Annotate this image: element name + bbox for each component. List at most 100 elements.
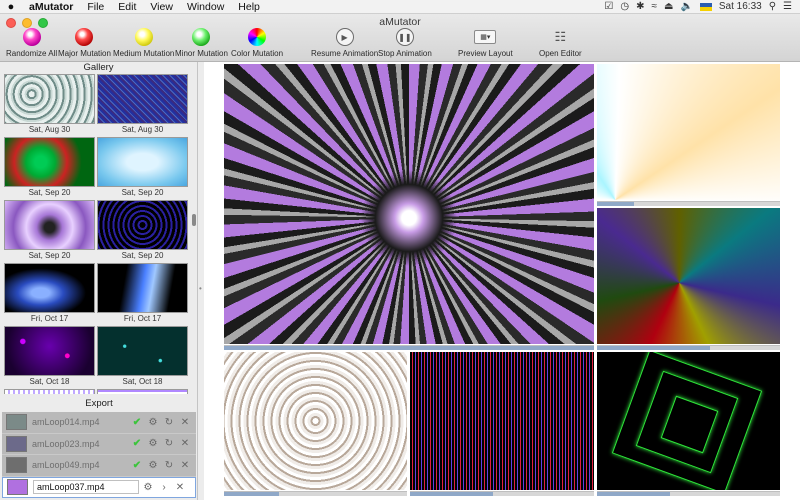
export-item[interactable]: amLoop023.mp4 ✔ ⚙ ↻ ✕ (2, 433, 196, 455)
export-item-editing[interactable]: amLoop037.mp4 ⚙ › ✕ (2, 476, 196, 498)
menubar-clock[interactable]: Sat 16:33 (719, 1, 762, 12)
close-icon[interactable]: ✕ (178, 417, 192, 428)
open-editor-button[interactable]: ☷ Open Editor (539, 28, 582, 58)
check-icon: ✔ (132, 416, 142, 428)
preview-top-right-progress[interactable] (597, 201, 780, 206)
sidebar-resize-handle[interactable]: • (199, 284, 203, 293)
medium-mutation-label: Medium Mutation (113, 49, 175, 58)
menu-file[interactable]: File (80, 1, 111, 13)
gear-icon[interactable]: ⚙ (146, 460, 160, 471)
gallery-item[interactable]: Sat, Aug 30 (4, 74, 95, 135)
preview-layout-button[interactable]: ▦▾ Preview Layout (458, 28, 513, 58)
export-filename: amLoop023.mp4 (32, 438, 100, 449)
gallery-item-label: Sat, Aug 30 (121, 125, 164, 134)
eject-icon[interactable]: ⏏ (664, 1, 673, 12)
preview-bottom-middle[interactable] (410, 352, 594, 490)
progress-fill (597, 202, 634, 206)
menu-bar: ● aMutator File Edit View Window Help ☑ … (0, 0, 800, 14)
gallery-item[interactable]: Sat, Sep 20 (4, 137, 95, 198)
node-graph-icon: ☷ (554, 29, 567, 44)
time-machine-icon[interactable]: ◷ (620, 1, 629, 12)
gallery-header: Gallery (83, 62, 114, 73)
medium-mutation-icon (134, 28, 153, 46)
export-filename-field[interactable]: amLoop037.mp4 (33, 480, 139, 495)
preview-bottom-left-progress[interactable] (224, 491, 407, 496)
gear-icon[interactable]: ⚙ (146, 417, 160, 428)
gallery-thumbnail (4, 137, 95, 187)
refresh-icon[interactable]: ↻ (162, 438, 176, 449)
chevron-right-icon[interactable]: › (157, 482, 171, 493)
progress-fill (410, 492, 493, 496)
preview-area (204, 62, 800, 500)
close-icon[interactable]: ✕ (178, 460, 192, 471)
export-panel: Export amLoop014.mp4 ✔ ⚙ ↻ ✕ amLoop023.m… (0, 398, 198, 500)
export-thumbnail (6, 435, 27, 452)
gallery-item[interactable]: Sat, Sep 20 (97, 200, 188, 261)
bluetooth-icon[interactable]: ✱ (636, 1, 644, 12)
randomize-all-button[interactable]: Randomize All (6, 28, 57, 58)
major-mutation-button[interactable]: Major Mutation (58, 28, 111, 58)
preview-bottom-middle-progress[interactable] (410, 491, 594, 496)
preview-top-right[interactable] (597, 64, 780, 200)
layout-grid-icon: ▦▾ (474, 30, 497, 44)
menu-window[interactable]: Window (180, 1, 231, 13)
gallery-panel[interactable]: Sat, Aug 30 Sat, Aug 30 Sat, Sep 20 Sat,… (0, 74, 198, 394)
toolbar: aMutator Randomize All Major Mutation Me… (0, 14, 800, 62)
gallery-item[interactable]: Sat, Aug 30 (97, 74, 188, 135)
preview-bottom-right[interactable] (597, 352, 780, 490)
preview-main-progress[interactable] (224, 345, 594, 350)
gallery-item[interactable]: Sat, Oct 18 (4, 326, 95, 387)
wifi-icon[interactable]: ≈ (651, 1, 657, 12)
gallery-thumbnail (97, 137, 188, 187)
gallery-item[interactable]: Sat, Sep 20 (4, 200, 95, 261)
volume-icon[interactable]: 🔈 (680, 1, 692, 12)
export-item[interactable]: amLoop049.mp4 ✔ ⚙ ↻ ✕ (2, 455, 196, 477)
cube-outline (611, 352, 763, 490)
preview-layout-label: Preview Layout (458, 49, 513, 58)
gallery-scrollbar[interactable] (192, 214, 196, 226)
refresh-icon[interactable]: ↻ (162, 460, 176, 471)
medium-mutation-button[interactable]: Medium Mutation (113, 28, 174, 58)
export-item[interactable]: amLoop014.mp4 ✔ ⚙ ↻ ✕ (2, 412, 196, 434)
gear-icon[interactable]: ⚙ (146, 438, 160, 449)
menu-help[interactable]: Help (231, 1, 267, 13)
preview-middle-right-progress[interactable] (597, 345, 780, 350)
gallery-item[interactable]: Sat, Sep 20 (97, 137, 188, 198)
close-icon[interactable]: ✕ (178, 438, 192, 449)
gallery-item[interactable]: Fri, Oct 17 (4, 263, 95, 324)
menu-edit[interactable]: Edit (111, 1, 143, 13)
checkbox-status-icon[interactable]: ☑ (604, 1, 613, 12)
gallery-item[interactable]: Fri, Oct 17 (97, 263, 188, 324)
gallery-thumbnail (97, 200, 188, 250)
randomize-all-label: Randomize All (6, 49, 58, 58)
gallery-thumbnail (4, 200, 95, 250)
menu-view[interactable]: View (143, 1, 180, 13)
notification-center-icon[interactable]: ☰ (783, 1, 792, 12)
spotlight-icon[interactable]: ⚲ (769, 1, 776, 12)
color-mutation-label: Color Mutation (231, 49, 284, 58)
menu-app[interactable]: aMutator (22, 1, 80, 13)
pause-icon: ❚❚ (395, 28, 414, 46)
refresh-icon[interactable]: ↻ (162, 417, 176, 428)
major-mutation-label: Major Mutation (58, 49, 111, 58)
input-source-flag-icon[interactable] (699, 2, 712, 11)
gear-icon[interactable]: ⚙ (141, 482, 155, 493)
minor-mutation-label: Minor Mutation (175, 49, 228, 58)
gallery-item-label: Sat, Sep 20 (121, 188, 164, 197)
color-wheel-icon (248, 28, 267, 46)
close-icon[interactable]: ✕ (173, 482, 187, 493)
minor-mutation-button[interactable]: Minor Mutation (175, 28, 228, 58)
resume-animation-button[interactable]: ▶ Resume Animation (311, 28, 378, 58)
open-editor-label: Open Editor (539, 49, 582, 58)
gallery-item-label: Sat, Oct 18 (29, 377, 70, 386)
preview-bottom-right-progress[interactable] (597, 491, 780, 496)
gallery-item-label: Sat, Aug 30 (28, 125, 71, 134)
preview-middle-right[interactable] (597, 208, 780, 344)
color-mutation-button[interactable]: Color Mutation (231, 28, 283, 58)
preview-bottom-left[interactable] (224, 352, 407, 490)
stop-animation-button[interactable]: ❚❚ Stop Animation (378, 28, 432, 58)
check-icon: ✔ (132, 459, 142, 471)
preview-main[interactable] (224, 64, 594, 344)
gallery-item[interactable]: Sat, Oct 18 (97, 326, 188, 387)
apple-menu-icon[interactable]: ● (0, 1, 22, 13)
